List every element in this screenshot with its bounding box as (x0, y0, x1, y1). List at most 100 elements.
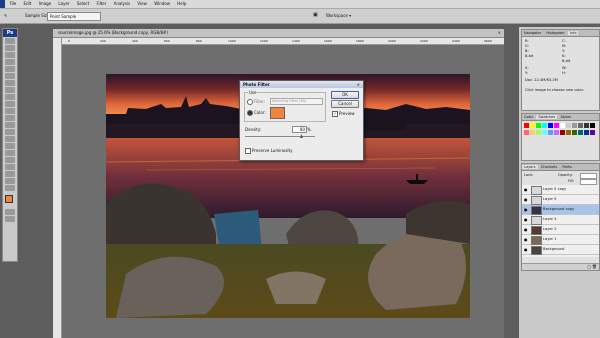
layer-visibility-eye-icon[interactable]: ● (524, 197, 528, 202)
menu-layer[interactable]: Layer (55, 0, 72, 8)
layer-row[interactable]: ● Layer 5 (522, 195, 599, 205)
swatch-cell[interactable] (590, 130, 595, 135)
swatch-cell[interactable] (530, 130, 535, 135)
layer-row[interactable]: ● Layer 2 (522, 225, 599, 235)
hand-tool-icon[interactable] (5, 178, 15, 184)
gradient-tool-icon[interactable] (5, 115, 15, 121)
filter-radio[interactable] (247, 99, 253, 105)
swatch-cell[interactable] (524, 123, 529, 128)
swatch-cell[interactable] (578, 130, 583, 135)
tab-navigator[interactable]: Navigator (522, 31, 543, 35)
clone-stamp-tool-icon[interactable] (5, 94, 15, 100)
ok-button[interactable]: OK (331, 91, 359, 99)
tab-info[interactable]: Info (567, 31, 579, 35)
tab-channels[interactable]: Channels (539, 165, 559, 169)
swatch-cell[interactable] (560, 123, 565, 128)
menu-file[interactable]: File (7, 0, 20, 8)
crop-tool-icon[interactable] (5, 66, 15, 72)
close-dialog-icon[interactable]: × (357, 82, 360, 87)
healing-tool-icon[interactable] (5, 80, 15, 86)
swatch-cell[interactable] (566, 130, 571, 135)
layer-row[interactable]: ● Background (522, 245, 599, 255)
color-radio[interactable] (247, 110, 253, 116)
layer-row[interactable]: ● Background copy (522, 205, 599, 215)
menu-filter[interactable]: Filter (93, 0, 109, 8)
layer-visibility-eye-icon[interactable]: ● (524, 207, 528, 212)
layer-visibility-eye-icon[interactable]: ● (524, 217, 528, 222)
tab-paths[interactable]: Paths (560, 165, 574, 169)
marquee-tool-icon[interactable] (5, 45, 15, 51)
menu-image[interactable]: Image (36, 0, 55, 8)
blur-tool-icon[interactable] (5, 122, 15, 128)
history-brush-tool-icon[interactable] (5, 101, 15, 107)
preserve-luminosity-checkbox[interactable] (245, 148, 251, 154)
cancel-button[interactable]: Cancel (331, 100, 359, 108)
arrange-icon[interactable]: ▣ (313, 12, 318, 18)
3d-rotate-tool-icon[interactable] (5, 164, 15, 170)
eyedropper-tool-icon[interactable] (5, 73, 15, 79)
layer-row[interactable]: ● Layer 5 copy (522, 185, 599, 195)
menu-window[interactable]: Window (151, 0, 173, 8)
swatch-cell[interactable] (542, 123, 547, 128)
delete-layer-icon[interactable]: 🗑 (592, 264, 597, 269)
layer-visibility-eye-icon[interactable]: ● (524, 237, 528, 242)
close-document-icon[interactable]: × (493, 29, 501, 37)
foreground-color[interactable] (5, 195, 13, 203)
eraser-tool-icon[interactable] (5, 108, 15, 114)
pen-tool-icon[interactable] (5, 136, 15, 142)
menu-select[interactable]: Select (74, 0, 92, 8)
quick-mask-icon[interactable] (5, 209, 15, 215)
color-swatches[interactable] (3, 194, 17, 208)
swatch-cell[interactable] (590, 123, 595, 128)
brush-tool-icon[interactable] (5, 87, 15, 93)
density-input[interactable]: 80 (292, 126, 307, 133)
menu-help[interactable]: Help (174, 0, 189, 8)
filter-color-swatch[interactable] (270, 107, 285, 119)
shape-tool-icon[interactable] (5, 157, 15, 163)
tab-swatches[interactable]: Swatches (536, 115, 558, 119)
tab-layers[interactable]: Layers (522, 165, 538, 169)
swatch-cell[interactable] (572, 123, 577, 128)
menu-view[interactable]: View (134, 0, 150, 8)
move-tool-icon[interactable] (5, 38, 15, 44)
swatch-cell[interactable] (542, 130, 547, 135)
swatch-cell[interactable] (554, 130, 559, 135)
tab-histogram[interactable]: Histogram (544, 31, 566, 35)
app-icon[interactable] (0, 0, 6, 8)
tab-color[interactable]: Color (522, 115, 535, 119)
eyedropper-icon[interactable]: ✎ (4, 13, 7, 18)
filter-select[interactable]: Warming Filter (85) (270, 98, 323, 105)
swatch-cell[interactable] (566, 123, 571, 128)
zoom-tool-icon[interactable] (5, 185, 15, 191)
dodge-tool-icon[interactable] (5, 129, 15, 135)
swatch-cell[interactable] (584, 130, 589, 135)
swatch-cell[interactable] (548, 130, 553, 135)
new-layer-icon[interactable]: ▢ (587, 264, 591, 269)
sample-size-select[interactable]: Point Sample (47, 12, 101, 21)
swatch-cell[interactable] (548, 123, 553, 128)
swatch-cell[interactable] (536, 130, 541, 135)
quick-select-tool-icon[interactable] (5, 59, 15, 65)
swatch-cell[interactable] (572, 130, 577, 135)
swatch-cell[interactable] (554, 123, 559, 128)
tab-styles[interactable]: Styles (558, 115, 573, 119)
3d-orbit-tool-icon[interactable] (5, 171, 15, 177)
menu-analysis[interactable]: Analysis (111, 0, 133, 8)
path-select-tool-icon[interactable] (5, 150, 15, 156)
layer-visibility-eye-icon[interactable]: ● (524, 247, 528, 252)
density-slider-track[interactable] (245, 136, 315, 137)
menu-edit[interactable]: Edit (21, 0, 35, 8)
workspace-button[interactable]: Workspace ▾ (326, 11, 378, 21)
swatch-cell[interactable] (530, 123, 535, 128)
lasso-tool-icon[interactable] (5, 52, 15, 58)
swatch-cell[interactable] (536, 123, 541, 128)
swatch-cell[interactable] (524, 130, 529, 135)
document-tab[interactable]: sourceimage.jpg @ 25.6% (Background copy… (53, 29, 504, 38)
layer-visibility-eye-icon[interactable]: ● (524, 227, 528, 232)
layer-visibility-eye-icon[interactable]: ● (524, 187, 528, 192)
swatch-cell[interactable] (584, 123, 589, 128)
layer-row[interactable]: ● Layer 3 (522, 215, 599, 225)
preview-checkbox[interactable]: ✓ (332, 111, 338, 117)
layer-row[interactable]: ● Layer 1 (522, 235, 599, 245)
swatch-cell[interactable] (560, 130, 565, 135)
